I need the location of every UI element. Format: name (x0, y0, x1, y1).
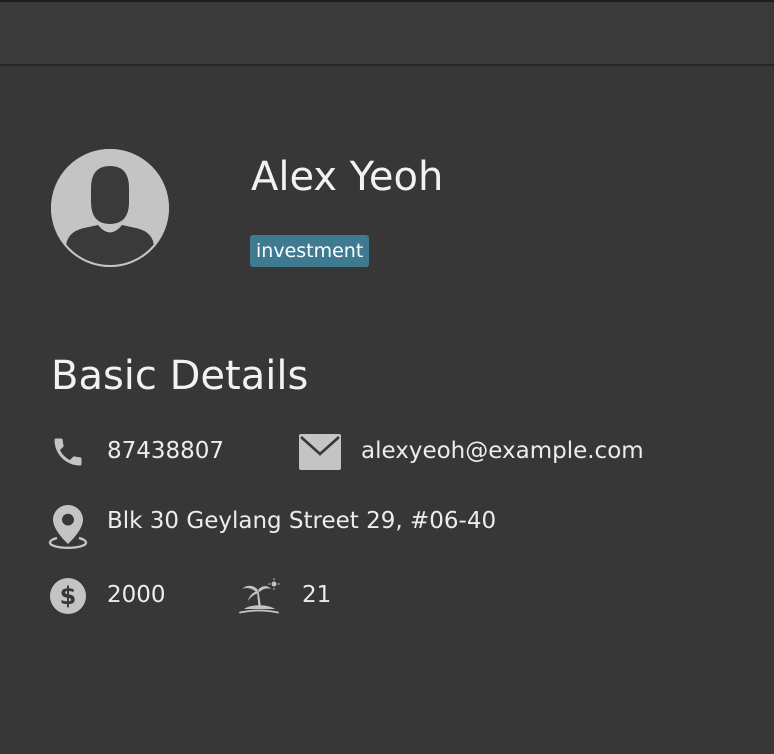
email-value: alexyeoh@example.com (361, 438, 644, 464)
location-pin-icon (48, 505, 88, 549)
phone-value: 87438807 (107, 438, 225, 464)
tag-investment: investment (250, 235, 370, 267)
dollar-icon: $ (50, 578, 86, 614)
svg-text:$: $ (60, 582, 77, 610)
income-value: 2000 (107, 582, 166, 608)
avatar (51, 149, 169, 267)
address-value: Blk 30 Geylang Street 29, #06-40 (107, 508, 497, 534)
beach-island-icon (239, 578, 280, 614)
person-name: Alex Yeoh (251, 154, 444, 200)
section-title-basic-details: Basic Details (51, 353, 309, 399)
envelope-icon (299, 434, 341, 470)
leave-value: 21 (302, 582, 332, 608)
phone-icon (54, 438, 82, 466)
top-bar (0, 0, 774, 66)
